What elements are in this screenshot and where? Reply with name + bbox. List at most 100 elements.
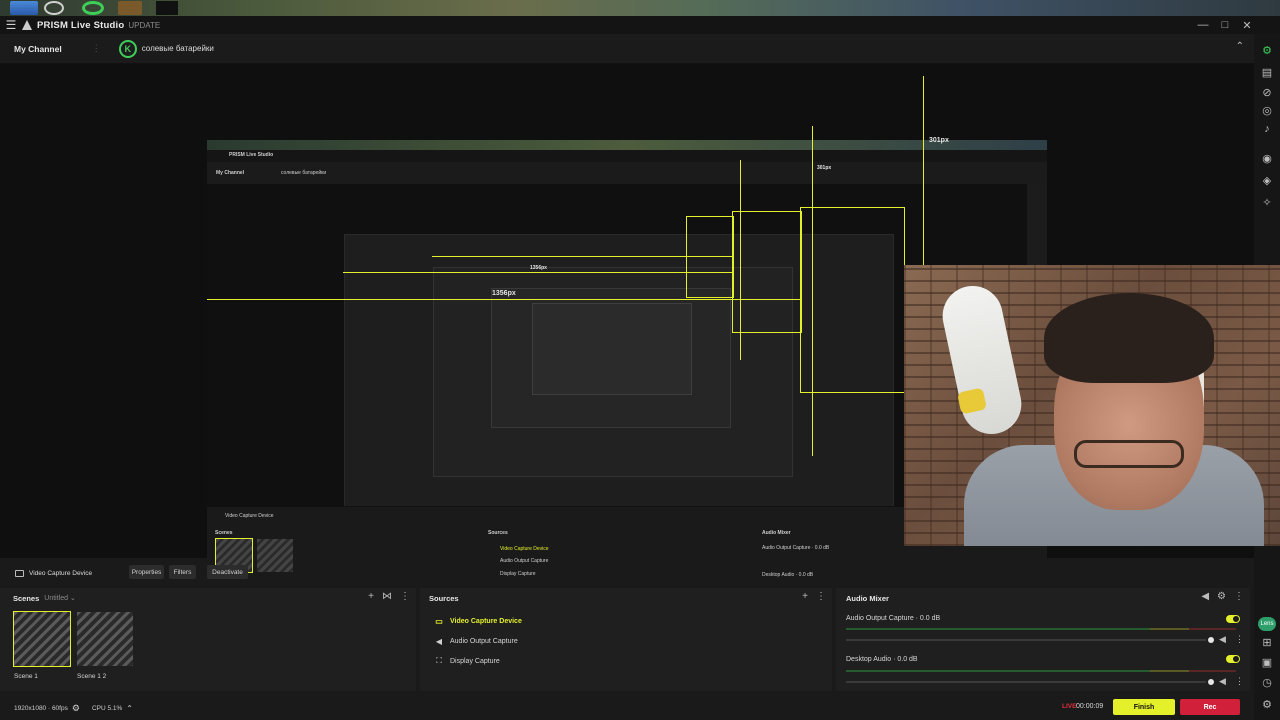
mute-speaker-icon[interactable]: ◀ bbox=[1219, 676, 1226, 687]
timer-icon[interactable]: ◷ bbox=[1260, 676, 1274, 690]
mixer-more-icon[interactable]: ⋮ bbox=[1234, 591, 1244, 602]
update-label[interactable]: UPDATE bbox=[128, 21, 160, 30]
selection-box bbox=[686, 216, 734, 298]
channel-settings-icon[interactable]: ⚙ bbox=[1260, 44, 1274, 58]
broadcast-title[interactable]: солевые батарейки bbox=[142, 44, 214, 53]
mixer-settings-icon[interactable]: ⚙ bbox=[1217, 591, 1226, 602]
mixer-channel-meter bbox=[846, 628, 1236, 630]
finish-button[interactable]: Finish bbox=[1113, 699, 1175, 715]
source-item-display-capture[interactable]: ⛶ Display Capture bbox=[420, 654, 500, 668]
nested-window-level-5 bbox=[532, 303, 692, 395]
sources-title: Sources bbox=[429, 593, 459, 603]
maximize-icon[interactable]: □ bbox=[1214, 16, 1236, 34]
source-item-audio-output[interactable]: ◀ Audio Output Capture bbox=[420, 634, 518, 648]
mixer-channel-toggle[interactable] bbox=[1226, 655, 1240, 663]
audio-mixer-header-icons: ◀ ⚙ ⋮ bbox=[1201, 591, 1244, 602]
viewer-icon[interactable]: ◎ bbox=[1260, 104, 1274, 118]
mixer-channel-fader[interactable] bbox=[846, 681, 1206, 683]
channel-more-icon[interactable]: ⋮ bbox=[1235, 676, 1244, 687]
source-label: Audio Output Capture bbox=[450, 637, 518, 645]
width-dimension-label: 1356px bbox=[492, 290, 516, 297]
guide-line-horizontal bbox=[343, 272, 733, 273]
rec-button[interactable]: Rec bbox=[1180, 699, 1240, 715]
channel-avatar[interactable]: K bbox=[118, 39, 137, 58]
fader-knob[interactable] bbox=[1208, 679, 1214, 685]
notification-icon[interactable]: ♪ bbox=[1260, 122, 1274, 136]
virtual-bg-icon[interactable]: ◈ bbox=[1260, 174, 1274, 188]
chat-icon[interactable]: ▤ bbox=[1260, 66, 1274, 80]
channel-taskbar-icon[interactable] bbox=[82, 1, 104, 15]
person-glasses bbox=[1074, 440, 1184, 468]
sources-more-icon[interactable]: ⋮ bbox=[816, 591, 826, 602]
source-item-video-capture[interactable]: ▭ Video Capture Device bbox=[420, 614, 522, 628]
scene-thumbnail[interactable] bbox=[13, 611, 71, 667]
mixer-channel-fader[interactable] bbox=[846, 639, 1206, 641]
chevron-down-icon[interactable]: ⌄ bbox=[70, 594, 76, 602]
close-icon[interactable]: ✕ bbox=[1236, 16, 1258, 34]
output-settings-icon[interactable]: ⚙ bbox=[72, 703, 80, 714]
scenes-panel: Scenes Untitled ⌄ + ⋈ ⋮ Scene 1 Scene 1 … bbox=[0, 588, 416, 691]
folder-taskbar-icon[interactable] bbox=[10, 1, 38, 15]
audio-mixer-header: Audio Mixer ◀ ⚙ ⋮ bbox=[836, 588, 1250, 608]
height-dimension-label: 301px bbox=[929, 137, 949, 144]
app-title: PRISM Live Studio bbox=[37, 19, 125, 31]
mixer-channel-label: Audio Output Capture · 0.0 dB bbox=[846, 615, 941, 622]
monitor-icon: ▭ bbox=[435, 616, 443, 626]
app-taskbar-icon[interactable] bbox=[44, 1, 64, 15]
scene-label: Scene 1 bbox=[14, 673, 38, 680]
nested-mixer-title: Audio Mixer bbox=[762, 530, 791, 536]
channel-menu-icon[interactable]: ⋮ bbox=[92, 43, 101, 54]
display-capture-icon: ⛶ bbox=[436, 656, 442, 665]
hamburger-menu-icon[interactable]: ☰ bbox=[0, 16, 22, 34]
channel-bar: My Channel ⋮ K солевые батарейки ⌃ bbox=[0, 34, 1254, 64]
properties-button[interactable]: Properties bbox=[129, 565, 164, 579]
layout-icon[interactable]: ⊞ bbox=[1260, 636, 1274, 650]
speaker-icon: ◀ bbox=[435, 636, 443, 646]
nested-window-level-4 bbox=[491, 288, 731, 428]
scenes-more-icon[interactable]: ⋮ bbox=[400, 591, 410, 602]
selection-box bbox=[732, 211, 802, 333]
add-scene-icon[interactable]: + bbox=[368, 591, 374, 602]
scene-label: Scene 1 2 bbox=[77, 673, 107, 680]
sticker-icon[interactable]: ▣ bbox=[1260, 656, 1274, 670]
selected-source-name: Video Capture Device bbox=[29, 569, 93, 577]
prism-logo-icon bbox=[22, 20, 32, 30]
beauty-icon[interactable]: ✧ bbox=[1260, 196, 1274, 210]
nested-sources-title: Sources bbox=[488, 530, 508, 536]
mute-speaker-icon[interactable]: ◀ bbox=[1219, 634, 1226, 645]
prism-taskbar-icon[interactable] bbox=[156, 1, 178, 15]
nested-title-bar: PRISM Live Studio bbox=[207, 150, 1047, 162]
master-volume-icon[interactable]: ◀ bbox=[1201, 591, 1209, 602]
collapse-chevron-icon[interactable]: ⌃ bbox=[1236, 41, 1244, 52]
scene-thumbnail[interactable] bbox=[77, 612, 133, 666]
add-source-icon[interactable]: + bbox=[802, 591, 808, 602]
channel-more-icon[interactable]: ⋮ bbox=[1235, 634, 1244, 645]
mixer-channel-toggle[interactable] bbox=[1226, 615, 1240, 623]
settings-icon[interactable]: ⚙ bbox=[1260, 698, 1274, 712]
preview-area[interactable]: PRISM Live Studio My Channel солевые бат… bbox=[0, 64, 1280, 613]
game-taskbar-icon[interactable] bbox=[118, 1, 142, 15]
prism-lens-badge[interactable]: Lens bbox=[1258, 617, 1276, 631]
mixer-channel-meter bbox=[846, 670, 1236, 672]
filters-button[interactable]: Filters bbox=[169, 565, 196, 579]
desktop-background-strip bbox=[0, 0, 1280, 16]
source-label: Display Capture bbox=[450, 657, 500, 665]
cpu-usage-label: CPU 5.1% bbox=[91, 704, 123, 712]
scene-collection-dropdown[interactable]: Untitled bbox=[44, 595, 68, 602]
transition-icon[interactable]: ⋈ bbox=[382, 591, 392, 602]
sources-panel: Sources + ⋮ ▭ Video Capture Device ◀ Aud… bbox=[420, 588, 832, 691]
nested-channel-label: My Channel bbox=[216, 170, 245, 176]
monitor-icon bbox=[15, 569, 24, 577]
scenes-header-icons: + ⋈ ⋮ bbox=[368, 591, 410, 602]
fader-knob[interactable] bbox=[1208, 637, 1214, 643]
live-indicator: LIVE bbox=[1062, 703, 1077, 710]
link-icon[interactable]: ⊘ bbox=[1260, 86, 1274, 100]
nested-source-active: Video Capture Device bbox=[500, 546, 549, 552]
camera-icon[interactable]: ◉ bbox=[1260, 152, 1274, 166]
deactivate-button[interactable]: Deactivate bbox=[207, 565, 248, 579]
minimize-icon[interactable]: — bbox=[1192, 16, 1214, 34]
nested-height-dimension-label: 301px bbox=[817, 165, 832, 171]
my-channel-label[interactable]: My Channel bbox=[14, 44, 62, 54]
chevron-up-icon[interactable]: ⌃ bbox=[126, 704, 133, 713]
webcam-video-source[interactable] bbox=[904, 265, 1280, 546]
